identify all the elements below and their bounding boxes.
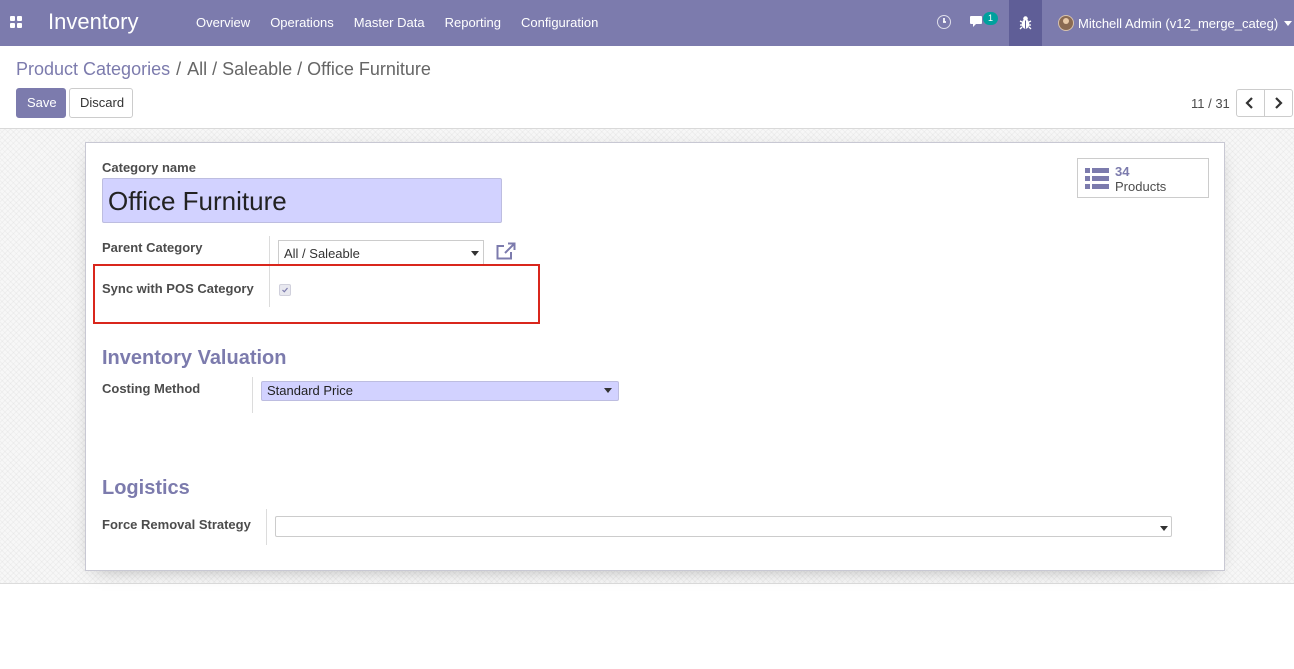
category-name-label: Category name — [102, 160, 196, 175]
clock-icon[interactable] — [937, 15, 951, 29]
external-link-icon[interactable] — [496, 242, 516, 263]
inventory-valuation-heading: Inventory Valuation — [102, 347, 287, 369]
breadcrumb-product-categories[interactable]: Product Categories — [16, 59, 170, 80]
bug-icon — [1019, 16, 1032, 30]
chat-count-badge: 1 — [983, 12, 998, 25]
caret-down-icon — [604, 388, 612, 393]
sync-pos-checkbox[interactable] — [279, 284, 291, 296]
pager-value[interactable]: 11 / 31 — [1191, 96, 1230, 111]
avatar — [1058, 15, 1074, 31]
caret-down-icon — [471, 251, 479, 256]
field-separator — [269, 269, 270, 307]
list-icon — [1085, 168, 1109, 189]
breadcrumb-current: All / Saleable / Office Furniture — [187, 59, 431, 79]
breadcrumb-separator: / — [176, 59, 182, 79]
main-menu: Overview Operations Master Data Reportin… — [186, 0, 608, 46]
costing-method-value: Standard Price — [267, 383, 353, 398]
removal-strategy-select[interactable] — [275, 516, 1172, 537]
control-panel: Product Categories / All / Saleable / Of… — [0, 46, 1294, 129]
apps-icon[interactable] — [10, 16, 23, 29]
app-name: Inventory — [48, 9, 139, 34]
costing-method-select[interactable]: Standard Price — [261, 381, 619, 401]
parent-category-value: All / Saleable — [284, 246, 360, 261]
top-navbar: Inventory Overview Operations Master Dat… — [0, 0, 1294, 46]
check-icon — [282, 287, 288, 293]
products-stat-button[interactable]: 34 Products — [1077, 158, 1209, 198]
save-button[interactable]: Save — [16, 88, 66, 118]
products-count: 34 — [1115, 164, 1130, 179]
menu-item-reporting[interactable]: Reporting — [435, 0, 511, 46]
pager-previous-button[interactable] — [1236, 89, 1265, 117]
parent-category-select[interactable]: All / Saleable — [278, 240, 484, 266]
menu-item-operations[interactable]: Operations — [260, 0, 344, 46]
category-name-input[interactable]: Office Furniture — [102, 178, 502, 223]
menu-item-overview[interactable]: Overview — [186, 0, 260, 46]
breadcrumb: Product Categories / All / Saleable / Of… — [16, 59, 431, 80]
menu-item-configuration[interactable]: Configuration — [511, 0, 608, 46]
field-separator — [252, 377, 253, 413]
logistics-heading: Logistics — [102, 477, 190, 499]
costing-method-label: Costing Method — [102, 381, 201, 396]
caret-down-icon — [1284, 20, 1293, 26]
products-label: Products — [1115, 179, 1167, 194]
chevron-right-icon — [1275, 97, 1283, 109]
debug-mode-toggle[interactable] — [1009, 0, 1042, 46]
field-separator — [266, 509, 267, 545]
parent-category-label: Parent Category — [102, 240, 203, 255]
discard-button[interactable]: Discard — [69, 88, 133, 118]
chevron-left-icon — [1245, 97, 1253, 109]
removal-strategy-label: Force Removal Strategy — [102, 517, 251, 532]
pager-next-button[interactable] — [1264, 89, 1293, 117]
form-sheet: Category name Office Furniture 34 Produc… — [85, 142, 1225, 571]
user-menu[interactable]: Mitchell Admin (v12_merge_categ) — [1058, 0, 1293, 46]
caret-down-icon — [1160, 526, 1168, 531]
user-name: Mitchell Admin (v12_merge_categ) — [1078, 15, 1279, 31]
sync-pos-label: Sync with POS Category — [102, 281, 254, 296]
menu-item-master-data[interactable]: Master Data — [344, 0, 435, 46]
